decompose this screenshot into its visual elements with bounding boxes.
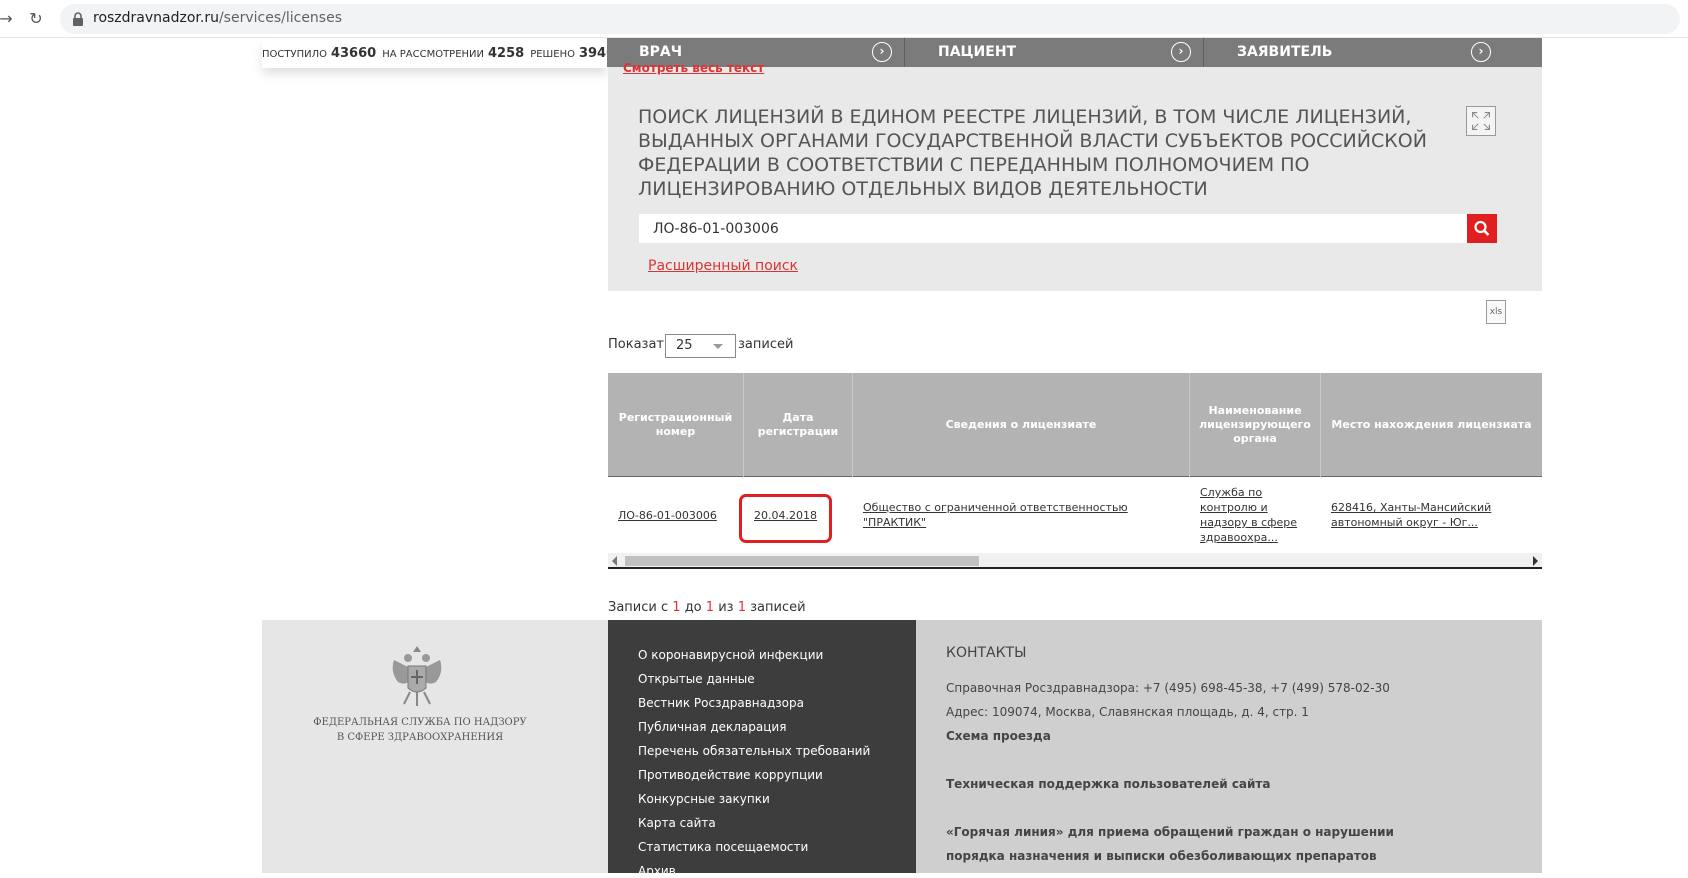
phone-line: Справочная Росздравнадзора: +7 (495) 698… bbox=[946, 681, 1390, 695]
footer-link[interactable]: О коронавирусной инфекции bbox=[638, 648, 823, 662]
column-header[interactable]: Наименование лицензирующего органа bbox=[1190, 373, 1321, 477]
address-line: Адрес: 109074, Москва, Славянская площад… bbox=[946, 705, 1309, 719]
column-header[interactable]: Сведения о лицензиате bbox=[853, 373, 1190, 477]
count-to-label: до bbox=[684, 600, 702, 615]
footer-link[interactable]: Перечень обязательных требований bbox=[638, 744, 870, 758]
review-value: 4258 bbox=[488, 46, 525, 61]
reg-number-cell[interactable]: ЛО-86-01-003006 bbox=[608, 477, 744, 553]
reload-icon[interactable]: ↻ bbox=[26, 9, 46, 29]
table-row: ЛО-86-01-003006 20.04.2018 Общество с ог… bbox=[608, 477, 1542, 553]
column-header[interactable]: Регистрационный номер bbox=[608, 373, 744, 477]
licenses-table: Регистрационный номер Дата регистрации С… bbox=[608, 373, 1542, 570]
records-label: записей bbox=[738, 337, 794, 352]
received-value: 43660 bbox=[330, 46, 377, 61]
nav-doctor-label: ВРАЧ bbox=[639, 44, 683, 60]
search-title: ПОИСК ЛИЦЕНЗИЙ В ЕДИНОМ РЕЕСТРЕ ЛИЦЕНЗИЙ… bbox=[638, 106, 1427, 200]
scroll-left-arrow-icon[interactable] bbox=[612, 556, 617, 566]
nav-patient-label: ПАЦИЕНТ bbox=[938, 44, 1017, 60]
chevron-right-icon: › bbox=[872, 42, 892, 62]
nav-patient[interactable]: ПАЦИЕНТ › bbox=[906, 38, 1204, 67]
page-size-value: 25 bbox=[676, 338, 693, 353]
count-of-label: из bbox=[718, 600, 734, 615]
licensee-cell[interactable]: Общество с ограниченной ответственностью… bbox=[853, 477, 1190, 553]
support-title[interactable]: Техническая поддержка пользователей сайт… bbox=[946, 777, 1271, 791]
chevron-right-icon: › bbox=[1471, 42, 1491, 62]
forward-arrow-icon[interactable]: → bbox=[0, 9, 16, 29]
nav-applicant[interactable]: ЗАЯВИТЕЛЬ › bbox=[1205, 38, 1503, 67]
location-link[interactable]: 628416, Ханты-Мансийский автономный окру… bbox=[1331, 500, 1503, 530]
page-size-select[interactable]: 25 bbox=[665, 334, 736, 358]
appeals-stats: ПОСТУПИЛО 43660 НА РАССМОТРЕНИИ 4258 РЕШЕНО 3… bbox=[262, 40, 624, 68]
hotline-line2: порядка назначения и выписки обезболиваю… bbox=[946, 849, 1377, 863]
footer-link[interactable]: Публичная декларация bbox=[638, 720, 786, 734]
footer-link[interactable]: Архив bbox=[638, 864, 676, 878]
expand-icon[interactable] bbox=[1466, 106, 1496, 136]
column-header[interactable]: Место нахождения лицензиата bbox=[1321, 373, 1542, 477]
received-label: ПОСТУПИЛО bbox=[262, 49, 327, 60]
xls-export-icon[interactable]: xls bbox=[1486, 300, 1506, 324]
advanced-search-link[interactable]: Расширенный поиск bbox=[648, 258, 798, 274]
footer-link[interactable]: Конкурсные закупки bbox=[638, 792, 770, 806]
table-header: Регистрационный номер Дата регистрации С… bbox=[608, 373, 1542, 477]
url-host: roszdravnadzor.ru bbox=[93, 10, 219, 26]
footer-link[interactable]: Открытые данные bbox=[638, 672, 755, 686]
agency-name-line1: ФЕДЕРАЛЬНАЯ СЛУЖБА ПО НАДЗОРУ bbox=[313, 717, 527, 728]
search-button[interactable] bbox=[1467, 214, 1497, 243]
footer-link[interactable]: Противодействие коррупции bbox=[638, 768, 823, 782]
count-to: 1 bbox=[705, 600, 715, 615]
count-suffix: записей bbox=[750, 600, 806, 615]
lock-icon bbox=[73, 12, 83, 26]
records-count: Записи с 1 до 1 из 1 записей bbox=[608, 600, 806, 615]
license-search-input[interactable] bbox=[639, 214, 1467, 243]
authority-cell[interactable]: Служба по контролю и надзору в сфере здр… bbox=[1190, 477, 1321, 553]
count-from: 1 bbox=[672, 600, 681, 615]
agency-name-line2: В СФЕРЕ ЗДРАВООХРАНЕНИЯ bbox=[336, 732, 504, 743]
hotline-line1: «Горячая линия» для приема обращений гра… bbox=[946, 825, 1394, 839]
horizontal-scrollbar[interactable] bbox=[608, 553, 1542, 569]
chevron-right-icon: › bbox=[1171, 42, 1191, 62]
url-path: /services/licenses bbox=[218, 10, 343, 26]
agency-name: ФЕДЕРАЛЬНАЯ СЛУЖБА ПО НАДЗОРУ В СФЕРЕ ЗД… bbox=[300, 715, 540, 745]
count-total: 1 bbox=[737, 600, 746, 615]
column-header[interactable]: Дата регистрации bbox=[744, 373, 853, 477]
coat-of-arms-logo bbox=[392, 646, 442, 706]
search-icon bbox=[1474, 220, 1490, 236]
licensee-link[interactable]: Общество с ограниченной ответственностью… bbox=[863, 500, 1190, 530]
footer-link[interactable]: Вестник Росздравнадзора bbox=[638, 696, 804, 710]
nav-applicant-label: ЗАЯВИТЕЛЬ bbox=[1237, 44, 1333, 60]
footer-link[interactable]: Статистика посещаемости bbox=[638, 840, 808, 854]
solved-label: РЕШЕНО bbox=[530, 49, 575, 60]
authority-link[interactable]: Служба по контролю и надзору в сфере здр… bbox=[1200, 485, 1313, 545]
scroll-thumb[interactable] bbox=[625, 556, 979, 566]
reg-number-link[interactable]: ЛО-86-01-003006 bbox=[618, 508, 717, 523]
scroll-right-arrow-icon[interactable] bbox=[1533, 556, 1538, 566]
route-link[interactable]: Схема проезда bbox=[946, 729, 1051, 743]
chevron-down-icon bbox=[713, 344, 723, 349]
footer-link[interactable]: Карта сайта bbox=[638, 816, 716, 830]
highlight-box bbox=[739, 494, 832, 543]
location-cell[interactable]: 628416, Ханты-Мансийский автономный окру… bbox=[1321, 477, 1511, 553]
count-prefix: Записи с bbox=[608, 600, 669, 615]
see-all-text-link[interactable]: Смотреть весь текст bbox=[623, 61, 764, 75]
url-text[interactable]: roszdravnadzor.ru/services/licenses bbox=[93, 10, 342, 26]
browser-toolbar: → ↻ roszdravnadzor.ru/services/licenses bbox=[0, 0, 1688, 38]
contacts-title: КОНТАКТЫ bbox=[946, 645, 1027, 661]
show-label: Показать bbox=[608, 337, 672, 352]
review-label: НА РАССМОТРЕНИИ bbox=[382, 49, 485, 60]
